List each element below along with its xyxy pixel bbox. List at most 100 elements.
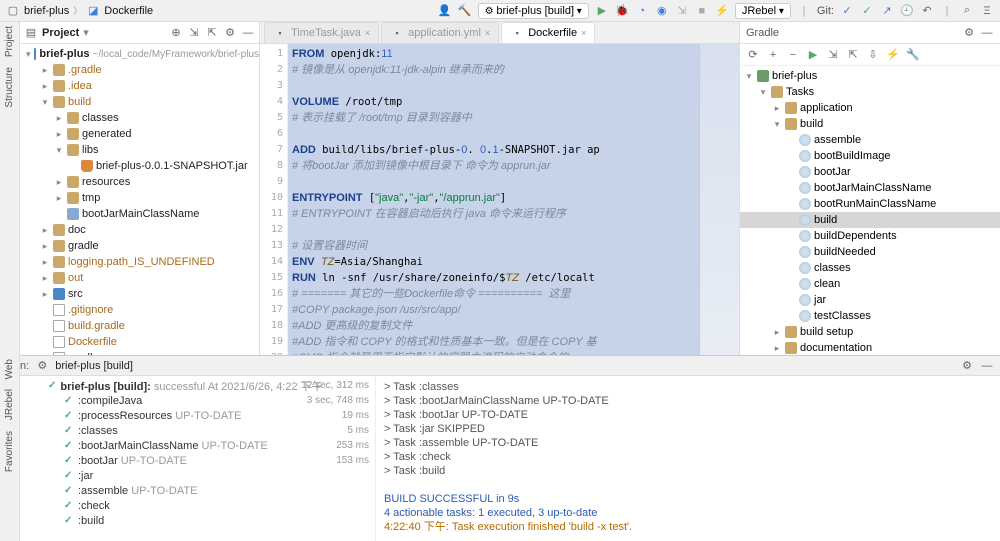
run-tree-node[interactable]: ✓brief-plus [build]: successful At 2021/… [16, 378, 375, 393]
gradle-node[interactable]: ▸application [740, 100, 1000, 116]
close-icon[interactable]: × [365, 28, 370, 38]
tree-node[interactable]: ▸resources [20, 174, 259, 190]
gradle-node[interactable]: ▾build [740, 116, 1000, 132]
tree-node[interactable]: ▸generated [20, 126, 259, 142]
gear-icon[interactable]: ⚙ [960, 359, 974, 373]
gradle-node[interactable]: ▸documentation [740, 340, 1000, 355]
run-config-select[interactable]: ⚙ brief-plus [build] ▾ [478, 3, 589, 19]
stop-button[interactable]: ■ [695, 4, 709, 18]
debug-button[interactable]: 🐞 [615, 4, 629, 18]
git-history-icon[interactable]: 🕘 [900, 4, 914, 18]
git-commit-icon[interactable]: ✓ [860, 4, 874, 18]
run-tree-node[interactable]: ✓:assemble UP-TO-DATE [16, 483, 375, 498]
close-icon[interactable]: × [485, 28, 490, 38]
git-update-icon[interactable]: ✓ [840, 4, 854, 18]
gradle-node[interactable]: testClasses [740, 308, 1000, 324]
gradle-node[interactable]: buildNeeded [740, 244, 1000, 260]
minimap[interactable] [699, 44, 739, 355]
collapse-icon[interactable]: ⇱ [846, 48, 860, 62]
jrebel-select[interactable]: JRebel ▾ [735, 3, 791, 19]
user-icon[interactable]: 👤 [438, 4, 452, 18]
wrench-icon[interactable]: 🔧 [906, 48, 920, 62]
gradle-tree[interactable]: ▾brief-plus▾Tasks▸application▾buildassem… [740, 66, 1000, 355]
tree-node[interactable]: ▾build [20, 94, 259, 110]
tree-node[interactable]: ▸classes [20, 110, 259, 126]
tree-node[interactable]: .gitignore [20, 302, 259, 318]
tool-jrebel-tab[interactable]: JRebel [4, 389, 15, 420]
tool-structure-tab[interactable]: Structure [4, 67, 15, 108]
run-tree-node[interactable]: ✓:compileJava3 sec, 748 ms [16, 393, 375, 408]
tool-project-tab[interactable]: Project [4, 26, 15, 57]
offline-icon[interactable]: ⚡ [886, 48, 900, 62]
remove-icon[interactable]: − [786, 48, 800, 62]
tree-node[interactable]: gradlew [20, 350, 259, 355]
refresh-icon[interactable]: ⟳ [746, 48, 760, 62]
gradle-node[interactable]: bootJar [740, 164, 1000, 180]
tree-node[interactable]: ▸doc [20, 222, 259, 238]
run-tree-node[interactable]: ✓:build [16, 513, 375, 528]
hide-icon[interactable]: — [980, 26, 994, 40]
gradle-node[interactable]: jar [740, 292, 1000, 308]
tool-favorites-tab[interactable]: Favorites [4, 431, 15, 472]
gradle-node[interactable]: ▾Tasks [740, 84, 1000, 100]
tree-node[interactable]: ▸gradle [20, 238, 259, 254]
tree-node[interactable]: ▸src [20, 286, 259, 302]
gradle-node[interactable]: bootRunMainClassName [740, 196, 1000, 212]
gear-icon[interactable]: ⚙ [962, 26, 976, 40]
tree-node[interactable]: ▸logging.path_IS_UNDEFINED [20, 254, 259, 270]
gradle-node[interactable]: classes [740, 260, 1000, 276]
gradle-node[interactable]: ▸build setup [740, 324, 1000, 340]
project-tree[interactable]: ▾brief-plus ~/local_code/MyFramework/bri… [20, 44, 259, 355]
project-root-node[interactable]: ▾brief-plus ~/local_code/MyFramework/bri… [20, 46, 259, 62]
hide-icon[interactable]: — [241, 26, 255, 40]
profile-button[interactable]: ◉ [655, 4, 669, 18]
tree-node[interactable]: build.gradle [20, 318, 259, 334]
tree-node[interactable]: ▸.gradle [20, 62, 259, 78]
hide-icon[interactable]: — [980, 359, 994, 373]
expand-icon[interactable]: ⇲ [826, 48, 840, 62]
tree-node[interactable]: ▸out [20, 270, 259, 286]
crumb-root[interactable]: brief-plus [24, 5, 69, 17]
ide-settings-icon[interactable]: Ξ [980, 4, 994, 18]
expand-all-icon[interactable]: ⇲ [187, 26, 201, 40]
gradle-node[interactable]: build [740, 212, 1000, 228]
tree-node[interactable]: ▾libs [20, 142, 259, 158]
gradle-node[interactable]: assemble [740, 132, 1000, 148]
tree-node[interactable]: brief-plus-0.0.1-SNAPSHOT.jar [20, 158, 259, 174]
tree-node[interactable]: ▸.idea [20, 78, 259, 94]
dropdown-icon[interactable]: ▾ [83, 26, 89, 39]
run-tree-node[interactable]: ✓:check [16, 498, 375, 513]
tree-node[interactable]: Dockerfile [20, 334, 259, 350]
gear-icon[interactable]: ⚙ [223, 26, 237, 40]
run-task-icon[interactable]: ▶ [806, 48, 820, 62]
gradle-node[interactable]: buildDependents [740, 228, 1000, 244]
gradle-node[interactable]: ▾brief-plus [740, 68, 1000, 84]
run-tree-node[interactable]: ✓:classes5 ms [16, 423, 375, 438]
editor-tab[interactable]: ▪application.yml× [381, 22, 499, 43]
git-revert-icon[interactable]: ↶ [920, 4, 934, 18]
select-open-file-icon[interactable]: ⊕ [169, 26, 183, 40]
git-push-icon[interactable]: ↗ [880, 4, 894, 18]
run-tree-node[interactable]: ✓:bootJar UP-TO-DATE153 ms [16, 453, 375, 468]
run-tree[interactable]: ✓brief-plus [build]: successful At 2021/… [16, 376, 376, 541]
download-icon[interactable]: ⇩ [866, 48, 880, 62]
run-tree-node[interactable]: ✓:bootJarMainClassName UP-TO-DATE253 ms [16, 438, 375, 453]
gradle-node[interactable]: clean [740, 276, 1000, 292]
gradle-node[interactable]: bootJarMainClassName [740, 180, 1000, 196]
code-area[interactable]: FROM openjdk:11 # 镜像是从 openjdk:11-jdk-al… [288, 44, 699, 355]
search-icon[interactable]: ⌕ [960, 4, 974, 18]
tool-web-tab[interactable]: Web [4, 359, 15, 379]
collapse-all-icon[interactable]: ⇱ [205, 26, 219, 40]
build-icon[interactable]: 🔨 [458, 4, 472, 18]
run-button[interactable]: ▶ [595, 4, 609, 18]
tree-node[interactable]: bootJarMainClassName [20, 206, 259, 222]
jrebel-run-icon[interactable]: ⚡ [715, 4, 729, 18]
attach-button[interactable]: ⇲ [675, 4, 689, 18]
coverage-button[interactable]: ◔ [635, 4, 649, 18]
editor-tab[interactable]: ▪Dockerfile× [501, 22, 595, 43]
run-config-name[interactable]: brief-plus [build] [55, 360, 133, 372]
add-icon[interactable]: + [766, 48, 780, 62]
run-tree-node[interactable]: ✓:jar [16, 468, 375, 483]
tree-node[interactable]: ▸tmp [20, 190, 259, 206]
run-tree-node[interactable]: ✓:processResources UP-TO-DATE19 ms [16, 408, 375, 423]
